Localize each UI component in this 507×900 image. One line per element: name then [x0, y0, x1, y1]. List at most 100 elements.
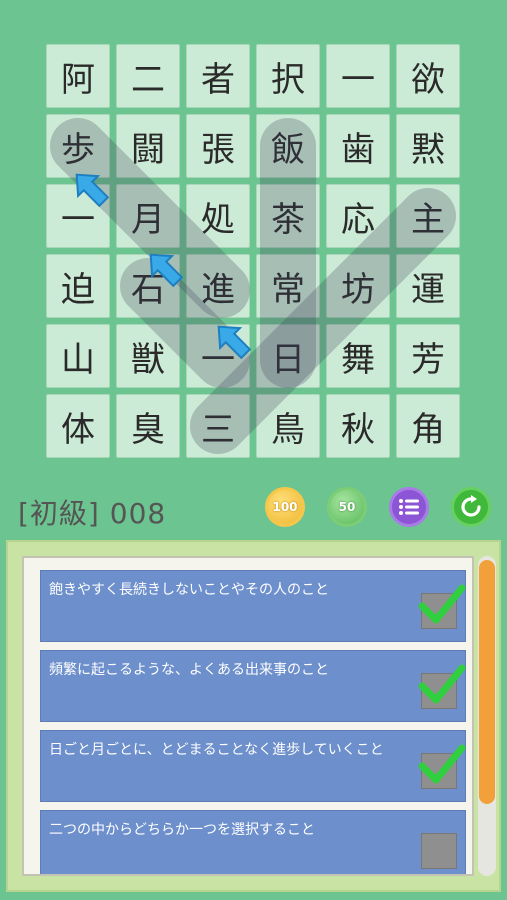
- cell[interactable]: 黙: [396, 114, 460, 178]
- cell-char: 迫: [61, 269, 95, 310]
- cell[interactable]: 二: [116, 44, 180, 108]
- cell-char: 処: [201, 199, 235, 240]
- cell[interactable]: 阿: [46, 44, 110, 108]
- cell[interactable]: 三: [186, 394, 250, 458]
- cell-char: 闘: [131, 129, 165, 170]
- clue-panel: 飽きやすく長続きしないことやその人のこと 頻繁に起こるような、よくある出来事のこ…: [6, 540, 501, 892]
- cell-char: 坊: [341, 269, 375, 310]
- clue-checkbox[interactable]: [418, 744, 466, 789]
- cell-char: 舞: [341, 339, 375, 380]
- clue-list[interactable]: 飽きやすく長続きしないことやその人のこと 頻繁に起こるような、よくある出来事のこ…: [22, 556, 474, 876]
- clue-checkbox[interactable]: [421, 833, 457, 869]
- cell-char: 主: [411, 199, 445, 240]
- cell-char: 一: [201, 339, 235, 380]
- clue-item[interactable]: 頻繁に起こるような、よくある出来事のこと: [40, 650, 466, 722]
- cell-char: 石: [131, 269, 165, 310]
- cell[interactable]: 歯: [326, 114, 390, 178]
- cell[interactable]: 運: [396, 254, 460, 318]
- medal-100-button[interactable]: 100: [265, 487, 305, 527]
- cell-char: 進: [201, 269, 235, 310]
- cell[interactable]: 坊: [326, 254, 390, 318]
- scrollbar[interactable]: [478, 556, 496, 876]
- clue-checkbox[interactable]: [418, 664, 466, 709]
- cell-char: 応: [341, 199, 375, 240]
- cell-char: 三: [201, 409, 235, 450]
- restart-icon: [461, 495, 481, 517]
- cell-char: 鳥: [271, 409, 305, 450]
- cell[interactable]: 角: [396, 394, 460, 458]
- medal-50-button[interactable]: 50: [327, 487, 367, 527]
- check-icon: [418, 744, 466, 784]
- cell[interactable]: 体: [46, 394, 110, 458]
- cell-char: 山: [61, 339, 95, 380]
- cell[interactable]: 一: [326, 44, 390, 108]
- cell-char: 角: [411, 409, 445, 450]
- cell[interactable]: 応: [326, 184, 390, 248]
- list-button[interactable]: [389, 487, 429, 527]
- cell-char: 日: [271, 339, 305, 380]
- check-icon: [418, 584, 466, 624]
- cell-char: 運: [411, 269, 445, 310]
- cell[interactable]: 闘: [116, 114, 180, 178]
- cell[interactable]: 山: [46, 324, 110, 388]
- level-title: [初級] 008: [18, 497, 167, 530]
- clue-text: 頻繁に起こるような、よくある出来事のこと: [49, 662, 329, 678]
- cell-char: 体: [61, 409, 95, 450]
- clue-item[interactable]: 飽きやすく長続きしないことやその人のこと: [40, 570, 466, 642]
- cell[interactable]: 秋: [326, 394, 390, 458]
- cell[interactable]: 芳: [396, 324, 460, 388]
- cell[interactable]: 処: [186, 184, 250, 248]
- cell-char: 歩: [61, 129, 95, 170]
- cell[interactable]: 鳥: [256, 394, 320, 458]
- cell-char: 月: [131, 199, 165, 240]
- cell[interactable]: 歩: [46, 114, 110, 178]
- cell-char: 欲: [411, 59, 445, 100]
- cell[interactable]: 舞: [326, 324, 390, 388]
- cell-char: 択: [271, 59, 305, 100]
- cell[interactable]: 日: [256, 324, 320, 388]
- cell-char: 歯: [341, 129, 375, 170]
- cell-char: 獣: [131, 339, 165, 380]
- cell-char: 常: [271, 269, 305, 310]
- cell-char: 臭: [131, 409, 165, 450]
- cell[interactable]: 月: [116, 184, 180, 248]
- cell[interactable]: 一: [46, 184, 110, 248]
- restart-button[interactable]: [451, 487, 491, 527]
- cell[interactable]: 一: [186, 324, 250, 388]
- cell-char: 者: [201, 59, 235, 100]
- medal-50-icon: 50: [338, 500, 356, 514]
- cell-char: 張: [201, 129, 235, 170]
- cell[interactable]: 獣: [116, 324, 180, 388]
- check-icon: [418, 664, 466, 704]
- medal-100-icon: 100: [272, 500, 298, 514]
- cell-char: 二: [131, 59, 165, 100]
- list-icon: [399, 499, 419, 515]
- clue-text: 飽きやすく長続きしないことやその人のこと: [49, 582, 329, 598]
- cell-char: 飯: [271, 129, 305, 170]
- word-grid: 阿 二 者 択 一 欲 歩 闘 張 飯 歯 黙 一 月 処 茶 応 主 迫 石 …: [46, 44, 460, 458]
- cell[interactable]: 常: [256, 254, 320, 318]
- clue-text: 二つの中からどちらか一つを選択すること: [49, 822, 315, 838]
- cell-char: 一: [61, 199, 95, 240]
- cell-char: 阿: [61, 59, 95, 100]
- cell[interactable]: 張: [186, 114, 250, 178]
- cell[interactable]: 欲: [396, 44, 460, 108]
- clue-checkbox[interactable]: [418, 584, 466, 629]
- cell-char: 茶: [271, 199, 305, 240]
- cell[interactable]: 進: [186, 254, 250, 318]
- cell[interactable]: 択: [256, 44, 320, 108]
- cell[interactable]: 迫: [46, 254, 110, 318]
- scrollbar-thumb[interactable]: [479, 560, 495, 804]
- cell[interactable]: 臭: [116, 394, 180, 458]
- cell-char: 一: [341, 59, 375, 100]
- cell-char: 秋: [341, 409, 375, 450]
- cell[interactable]: 者: [186, 44, 250, 108]
- cell-char: 黙: [411, 129, 445, 170]
- cell[interactable]: 石: [116, 254, 180, 318]
- clue-item[interactable]: 日ごと月ごとに、とどまることなく進歩していくこと: [40, 730, 466, 802]
- cell[interactable]: 飯: [256, 114, 320, 178]
- clue-item[interactable]: 二つの中からどちらか一つを選択すること: [40, 810, 466, 874]
- cell-char: 芳: [411, 339, 445, 380]
- cell[interactable]: 茶: [256, 184, 320, 248]
- cell[interactable]: 主: [396, 184, 460, 248]
